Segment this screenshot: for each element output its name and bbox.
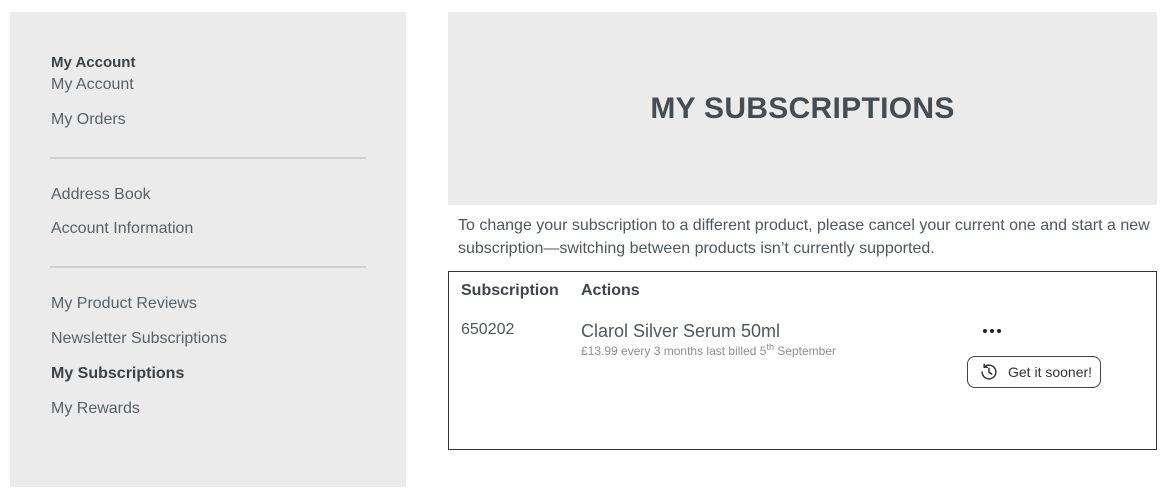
sidebar-item-account-information[interactable]: Account Information (51, 220, 193, 238)
clock-history-icon (981, 363, 997, 380)
more-dots-icon (983, 329, 987, 333)
more-options-button[interactable] (981, 324, 1003, 338)
sidebar-divider (50, 157, 366, 159)
column-header-subscription: Subscription (461, 282, 559, 299)
notice-line-2: subscription—switching between products … (458, 240, 935, 257)
sidebar-item-my-orders[interactable]: My Orders (51, 111, 126, 129)
sidebar-item-my-subscriptions[interactable]: My Subscriptions (51, 365, 184, 383)
billing-day-suffix: th (766, 342, 774, 352)
column-header-actions: Actions (581, 282, 640, 299)
subscription-notice: To change your subscription to a differe… (458, 214, 1158, 260)
sidebar-item-my-rewards[interactable]: My Rewards (51, 400, 140, 418)
sidebar-title: My Account (51, 54, 136, 71)
sidebar-item-product-reviews[interactable]: My Product Reviews (51, 295, 197, 313)
sidebar-item-my-account[interactable]: My Account (51, 76, 134, 94)
sidebar-item-newsletter-subscriptions[interactable]: Newsletter Subscriptions (51, 330, 227, 348)
page-title: MY SUBSCRIPTIONS (650, 91, 955, 125)
notice-line-1: To change your subscription to a differe… (458, 217, 1150, 234)
billing-info-text: £13.99 every 3 months last billed 5 (581, 344, 767, 358)
subscriptions-table: Subscription Actions 650202 Clarol Silve… (448, 271, 1157, 450)
more-dots-icon (997, 329, 1001, 333)
subscription-id: 650202 (461, 321, 515, 338)
billing-month: September (773, 344, 837, 358)
page-header: MY SUBSCRIPTIONS (448, 12, 1157, 205)
billing-info: £13.99 every 3 months last billed 5th Se… (581, 342, 837, 359)
sidebar-divider (50, 266, 366, 268)
get-it-sooner-button[interactable]: Get it sooner! (967, 356, 1101, 388)
more-dots-icon (990, 329, 994, 333)
get-it-sooner-label: Get it sooner! (1008, 364, 1093, 380)
product-name: Clarol Silver Serum 50ml (581, 321, 781, 341)
sidebar-item-address-book[interactable]: Address Book (51, 186, 151, 204)
account-sidebar: My Account My Account My Orders Address … (10, 12, 406, 487)
